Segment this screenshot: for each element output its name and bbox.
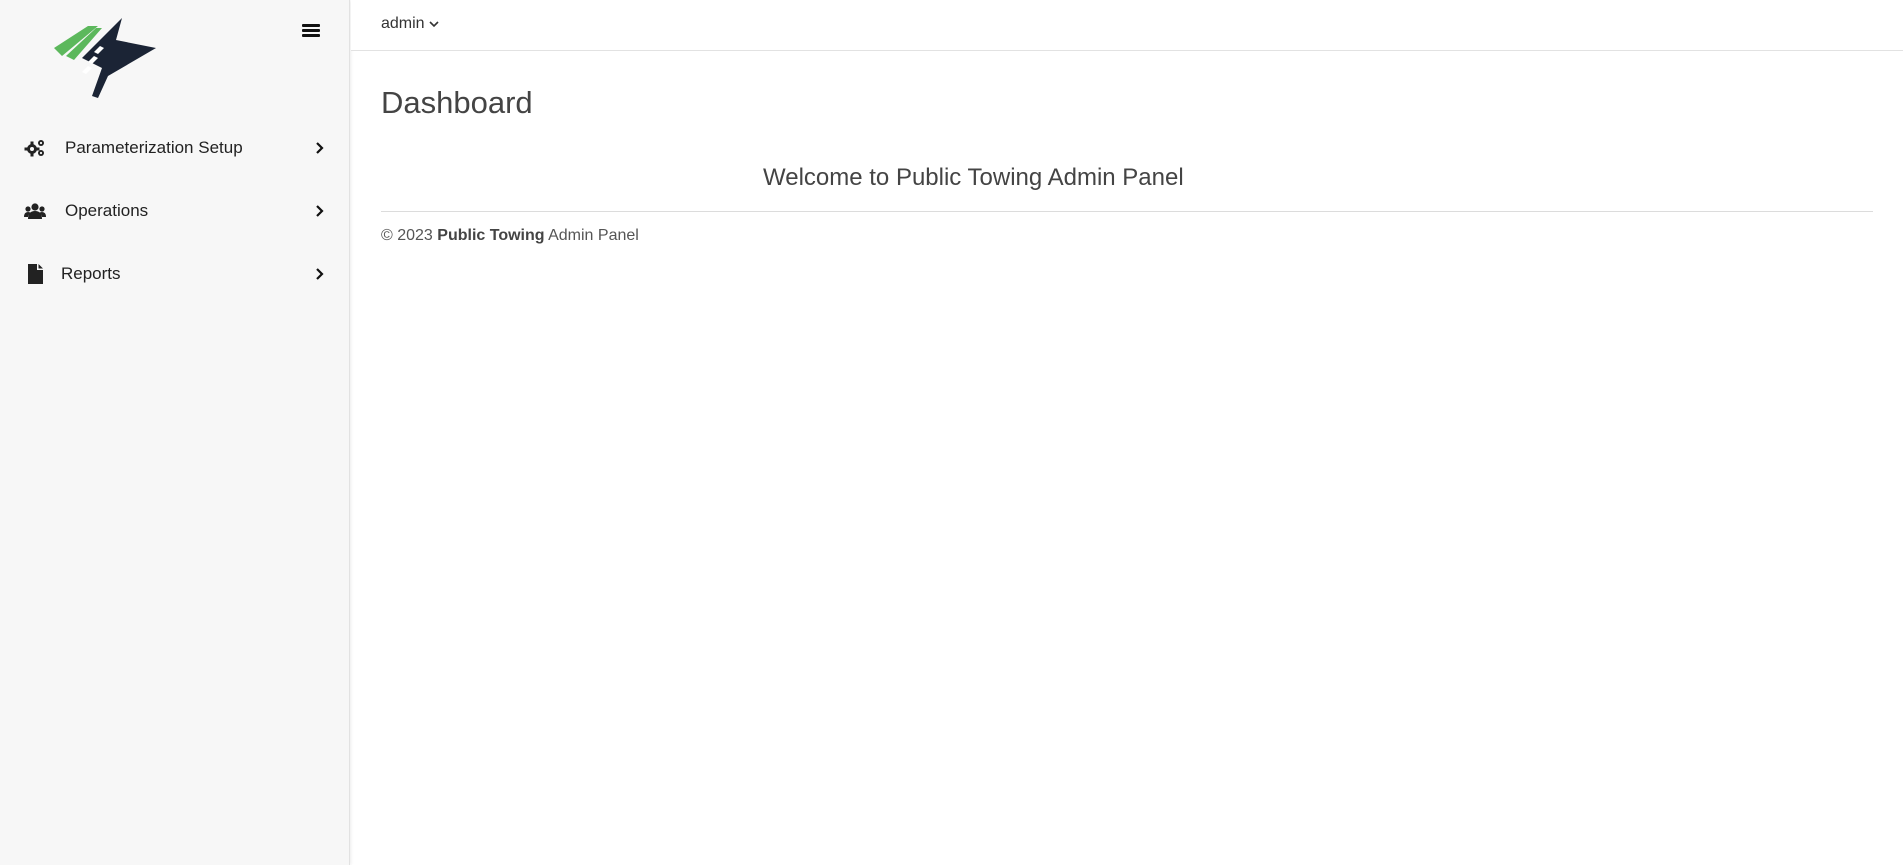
- sidebar: Parameterization Setup Operations Report…: [0, 0, 350, 865]
- users-icon: [24, 201, 46, 221]
- footer-suffix: Admin Panel: [548, 227, 639, 244]
- welcome-message: Welcome to Public Towing Admin Panel: [763, 164, 1184, 191]
- hamburger-icon: [302, 24, 320, 27]
- file-icon: [24, 263, 46, 284]
- menu-toggle-button[interactable]: [300, 22, 322, 42]
- page-title: Dashboard: [381, 85, 533, 120]
- cogs-icon: [24, 138, 46, 158]
- footer-copyright: © 2023: [381, 227, 433, 244]
- sidebar-item-label: Operations: [65, 200, 149, 220]
- footer: © 2023 Public Towing Admin Panel: [381, 227, 639, 245]
- towing-logo[interactable]: [52, 18, 160, 100]
- chevron-right-icon: [314, 204, 326, 218]
- sidebar-item-operations[interactable]: Operations: [0, 179, 350, 242]
- content-divider: [381, 211, 1873, 212]
- sidebar-item-parameterization-setup[interactable]: Parameterization Setup: [0, 116, 350, 179]
- user-name: admin: [381, 15, 425, 32]
- sidebar-item-reports[interactable]: Reports: [0, 242, 350, 305]
- chevron-right-icon: [314, 267, 326, 281]
- sidebar-item-label: Parameterization Setup: [65, 137, 243, 157]
- user-menu-dropdown[interactable]: admin: [381, 15, 439, 33]
- sidebar-item-label: Reports: [61, 263, 121, 283]
- top-bar: admin: [351, 0, 1903, 51]
- chevron-right-icon: [314, 141, 326, 155]
- footer-brand: Public Towing: [437, 227, 545, 244]
- chevron-down-icon: [429, 21, 439, 28]
- sidebar-nav: Parameterization Setup Operations Report…: [0, 116, 350, 305]
